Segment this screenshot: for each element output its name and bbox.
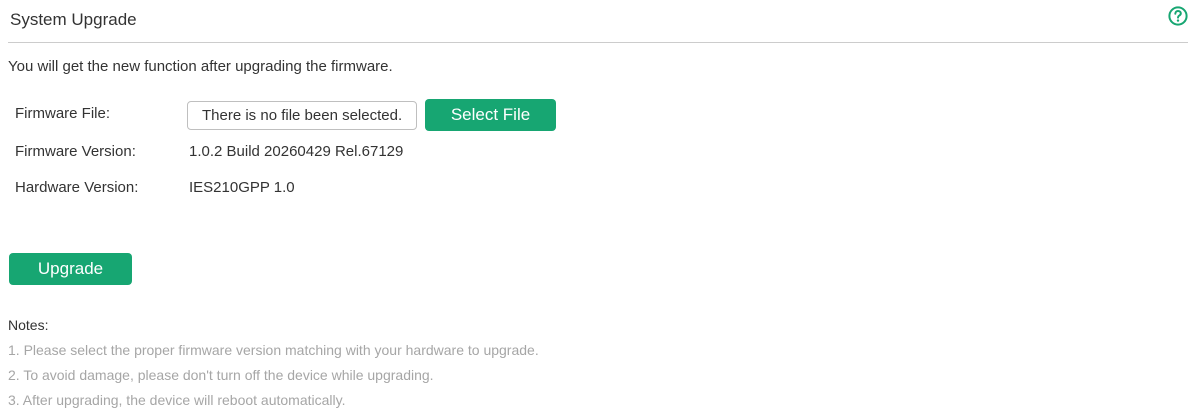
note-item: 1. Please select the proper firmware ver… [8,342,539,358]
notes-title: Notes: [8,317,49,333]
intro-text: You will get the new function after upgr… [8,58,393,75]
page-header: System Upgrade [8,0,1188,43]
note-item: 2. To avoid damage, please don't turn of… [8,367,434,383]
firmware-version-value: 1.0.2 Build 20260429 Rel.67129 [189,143,404,160]
note-item: 3. After upgrading, the device will rebo… [8,392,346,408]
firmware-version-label: Firmware Version: [15,143,136,160]
help-icon[interactable] [1168,6,1188,26]
file-path-field[interactable]: There is no file been selected. [187,101,417,130]
page-title: System Upgrade [10,10,137,29]
firmware-file-label: Firmware File: [15,105,111,122]
upgrade-button[interactable]: Upgrade [9,253,132,285]
hardware-version-label: Hardware Version: [15,179,139,196]
hardware-version-value: IES210GPP 1.0 [189,179,295,196]
select-file-button[interactable]: Select File [425,99,556,131]
